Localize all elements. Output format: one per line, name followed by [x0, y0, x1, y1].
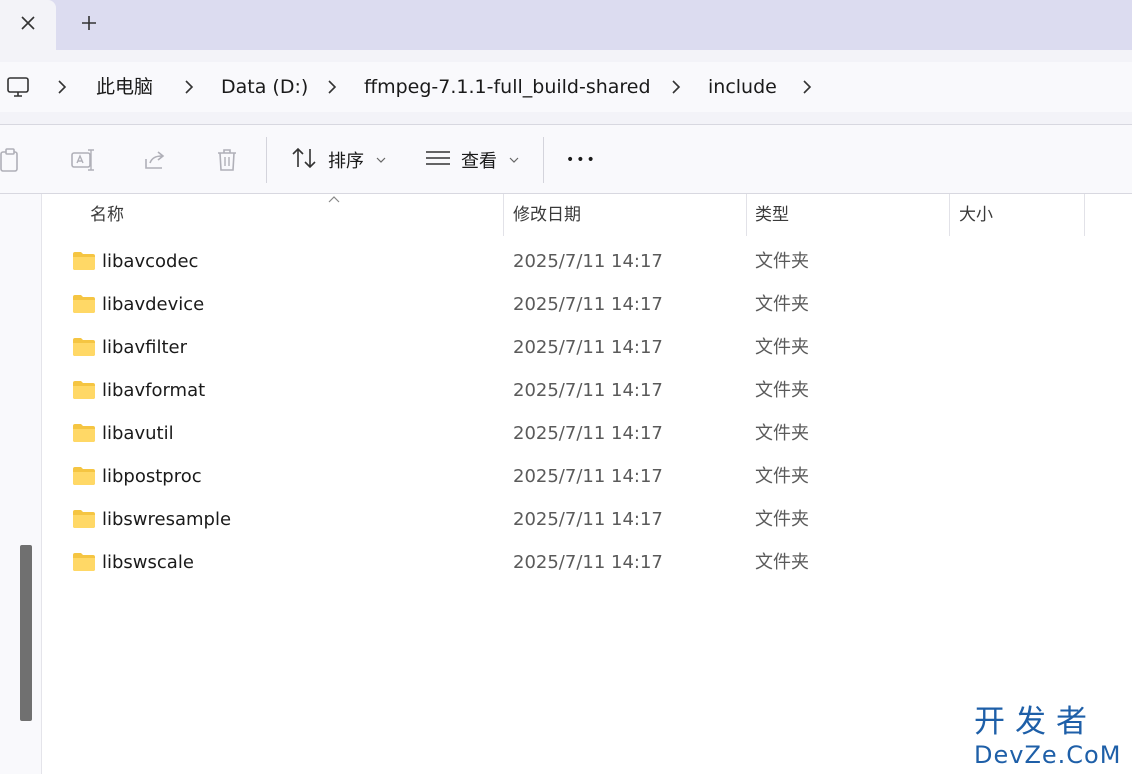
sort-caret-icon [328, 192, 340, 206]
column-divider[interactable] [949, 194, 950, 236]
file-type: 文件夹 [755, 380, 809, 401]
breadcrumb-chevron-icon[interactable] [54, 62, 70, 112]
watermark-top-text: 开发者 [974, 704, 1097, 740]
table-row[interactable]: libpostproc 2025/7/11 14:17 文件夹 [42, 455, 1132, 498]
delete-icon[interactable] [213, 146, 241, 174]
folder-icon [72, 509, 96, 529]
file-type: 文件夹 [755, 423, 809, 444]
watermark-bottom-text: DevZe.CoM [974, 741, 1122, 769]
sort-label: 排序 [328, 151, 364, 172]
file-date: 2025/7/11 14:17 [513, 509, 663, 530]
file-type: 文件夹 [755, 509, 809, 530]
folder-icon [72, 466, 96, 486]
table-row[interactable]: libavutil 2025/7/11 14:17 文件夹 [42, 412, 1132, 455]
sort-arrows-icon [290, 146, 318, 175]
folder-icon [72, 552, 96, 572]
file-type: 文件夹 [755, 466, 809, 487]
table-row[interactable]: libavformat 2025/7/11 14:17 文件夹 [42, 369, 1132, 412]
column-divider[interactable] [746, 194, 747, 236]
file-type: 文件夹 [755, 251, 809, 272]
table-row[interactable]: libavfilter 2025/7/11 14:17 文件夹 [42, 326, 1132, 369]
column-header-date[interactable]: 修改日期 [513, 194, 581, 236]
column-headers: 名称 修改日期 类型 大小 [42, 194, 1132, 236]
address-bar: 此电脑 Data (D:) ffmpeg-7.1.1-full_build-sh… [0, 50, 1132, 124]
scrollbar-thumb[interactable] [20, 545, 32, 721]
column-divider[interactable] [503, 194, 504, 236]
view-button[interactable]: 查看 [425, 138, 519, 182]
breadcrumb-include-folder[interactable]: include [708, 62, 777, 112]
table-row[interactable]: libswresample 2025/7/11 14:17 文件夹 [42, 498, 1132, 541]
view-label: 查看 [461, 151, 497, 172]
monitor-icon[interactable] [6, 75, 30, 103]
breadcrumb-ffmpeg-folder[interactable]: ffmpeg-7.1.1-full_build-shared [364, 62, 651, 112]
breadcrumb-data-drive[interactable]: Data (D:) [221, 62, 308, 112]
active-tab[interactable] [0, 0, 56, 50]
file-date: 2025/7/11 14:17 [513, 251, 663, 272]
file-name: libavfilter [102, 337, 187, 358]
table-row[interactable]: libavcodec 2025/7/11 14:17 文件夹 [42, 240, 1132, 283]
folder-icon [72, 380, 96, 400]
file-date: 2025/7/11 14:17 [513, 337, 663, 358]
file-name: libswscale [102, 552, 194, 573]
column-divider[interactable] [1084, 194, 1085, 236]
file-date: 2025/7/11 14:17 [513, 380, 663, 401]
new-tab-button[interactable] [66, 6, 112, 44]
plus-icon [80, 14, 98, 36]
toolbar-divider [543, 137, 544, 183]
column-header-name[interactable]: 名称 [90, 194, 124, 236]
file-type: 文件夹 [755, 337, 809, 358]
sort-button[interactable]: 排序 [290, 138, 386, 182]
breadcrumb-chevron-icon[interactable] [799, 62, 815, 112]
file-type: 文件夹 [755, 552, 809, 573]
folder-icon [72, 251, 96, 271]
file-date: 2025/7/11 14:17 [513, 423, 663, 444]
table-row[interactable]: libavdevice 2025/7/11 14:17 文件夹 [42, 283, 1132, 326]
folder-icon [72, 337, 96, 357]
rename-icon[interactable] [69, 146, 97, 174]
close-icon[interactable] [20, 15, 36, 35]
file-date: 2025/7/11 14:17 [513, 294, 663, 315]
file-name: libavdevice [102, 294, 205, 315]
folder-icon [72, 294, 96, 314]
toolbar-divider [266, 137, 267, 183]
breadcrumb-chevron-icon[interactable] [324, 62, 340, 112]
file-name: libpostproc [102, 466, 202, 487]
file-name: libavformat [102, 380, 206, 401]
command-bar: 排序 查看 ••• [0, 124, 1132, 194]
chevron-down-icon [376, 154, 386, 167]
breadcrumb[interactable]: 此电脑 Data (D:) ffmpeg-7.1.1-full_build-sh… [0, 62, 1132, 112]
file-date: 2025/7/11 14:17 [513, 552, 663, 573]
breadcrumb-chevron-icon[interactable] [668, 62, 684, 112]
breadcrumb-this-pc[interactable]: 此电脑 [96, 62, 153, 112]
tab-strip [0, 0, 1132, 50]
file-date: 2025/7/11 14:17 [513, 466, 663, 487]
column-header-type[interactable]: 类型 [755, 194, 789, 236]
paste-icon[interactable] [0, 146, 24, 174]
table-row[interactable]: libswscale 2025/7/11 14:17 文件夹 [42, 541, 1132, 584]
folder-icon [72, 423, 96, 443]
more-icon: ••• [566, 152, 597, 168]
file-name: libavcodec [102, 251, 199, 272]
file-name: libswresample [102, 509, 232, 530]
chevron-down-icon [509, 154, 519, 167]
file-type: 文件夹 [755, 294, 809, 315]
share-icon[interactable] [141, 146, 169, 174]
more-options-button[interactable]: ••• [566, 138, 597, 182]
watermark-logo: 开发者 DevZe.CoM [974, 704, 1126, 770]
breadcrumb-chevron-icon[interactable] [181, 62, 197, 112]
list-view-icon [425, 148, 451, 173]
file-name: libavutil [102, 423, 174, 444]
column-header-size[interactable]: 大小 [959, 194, 993, 236]
